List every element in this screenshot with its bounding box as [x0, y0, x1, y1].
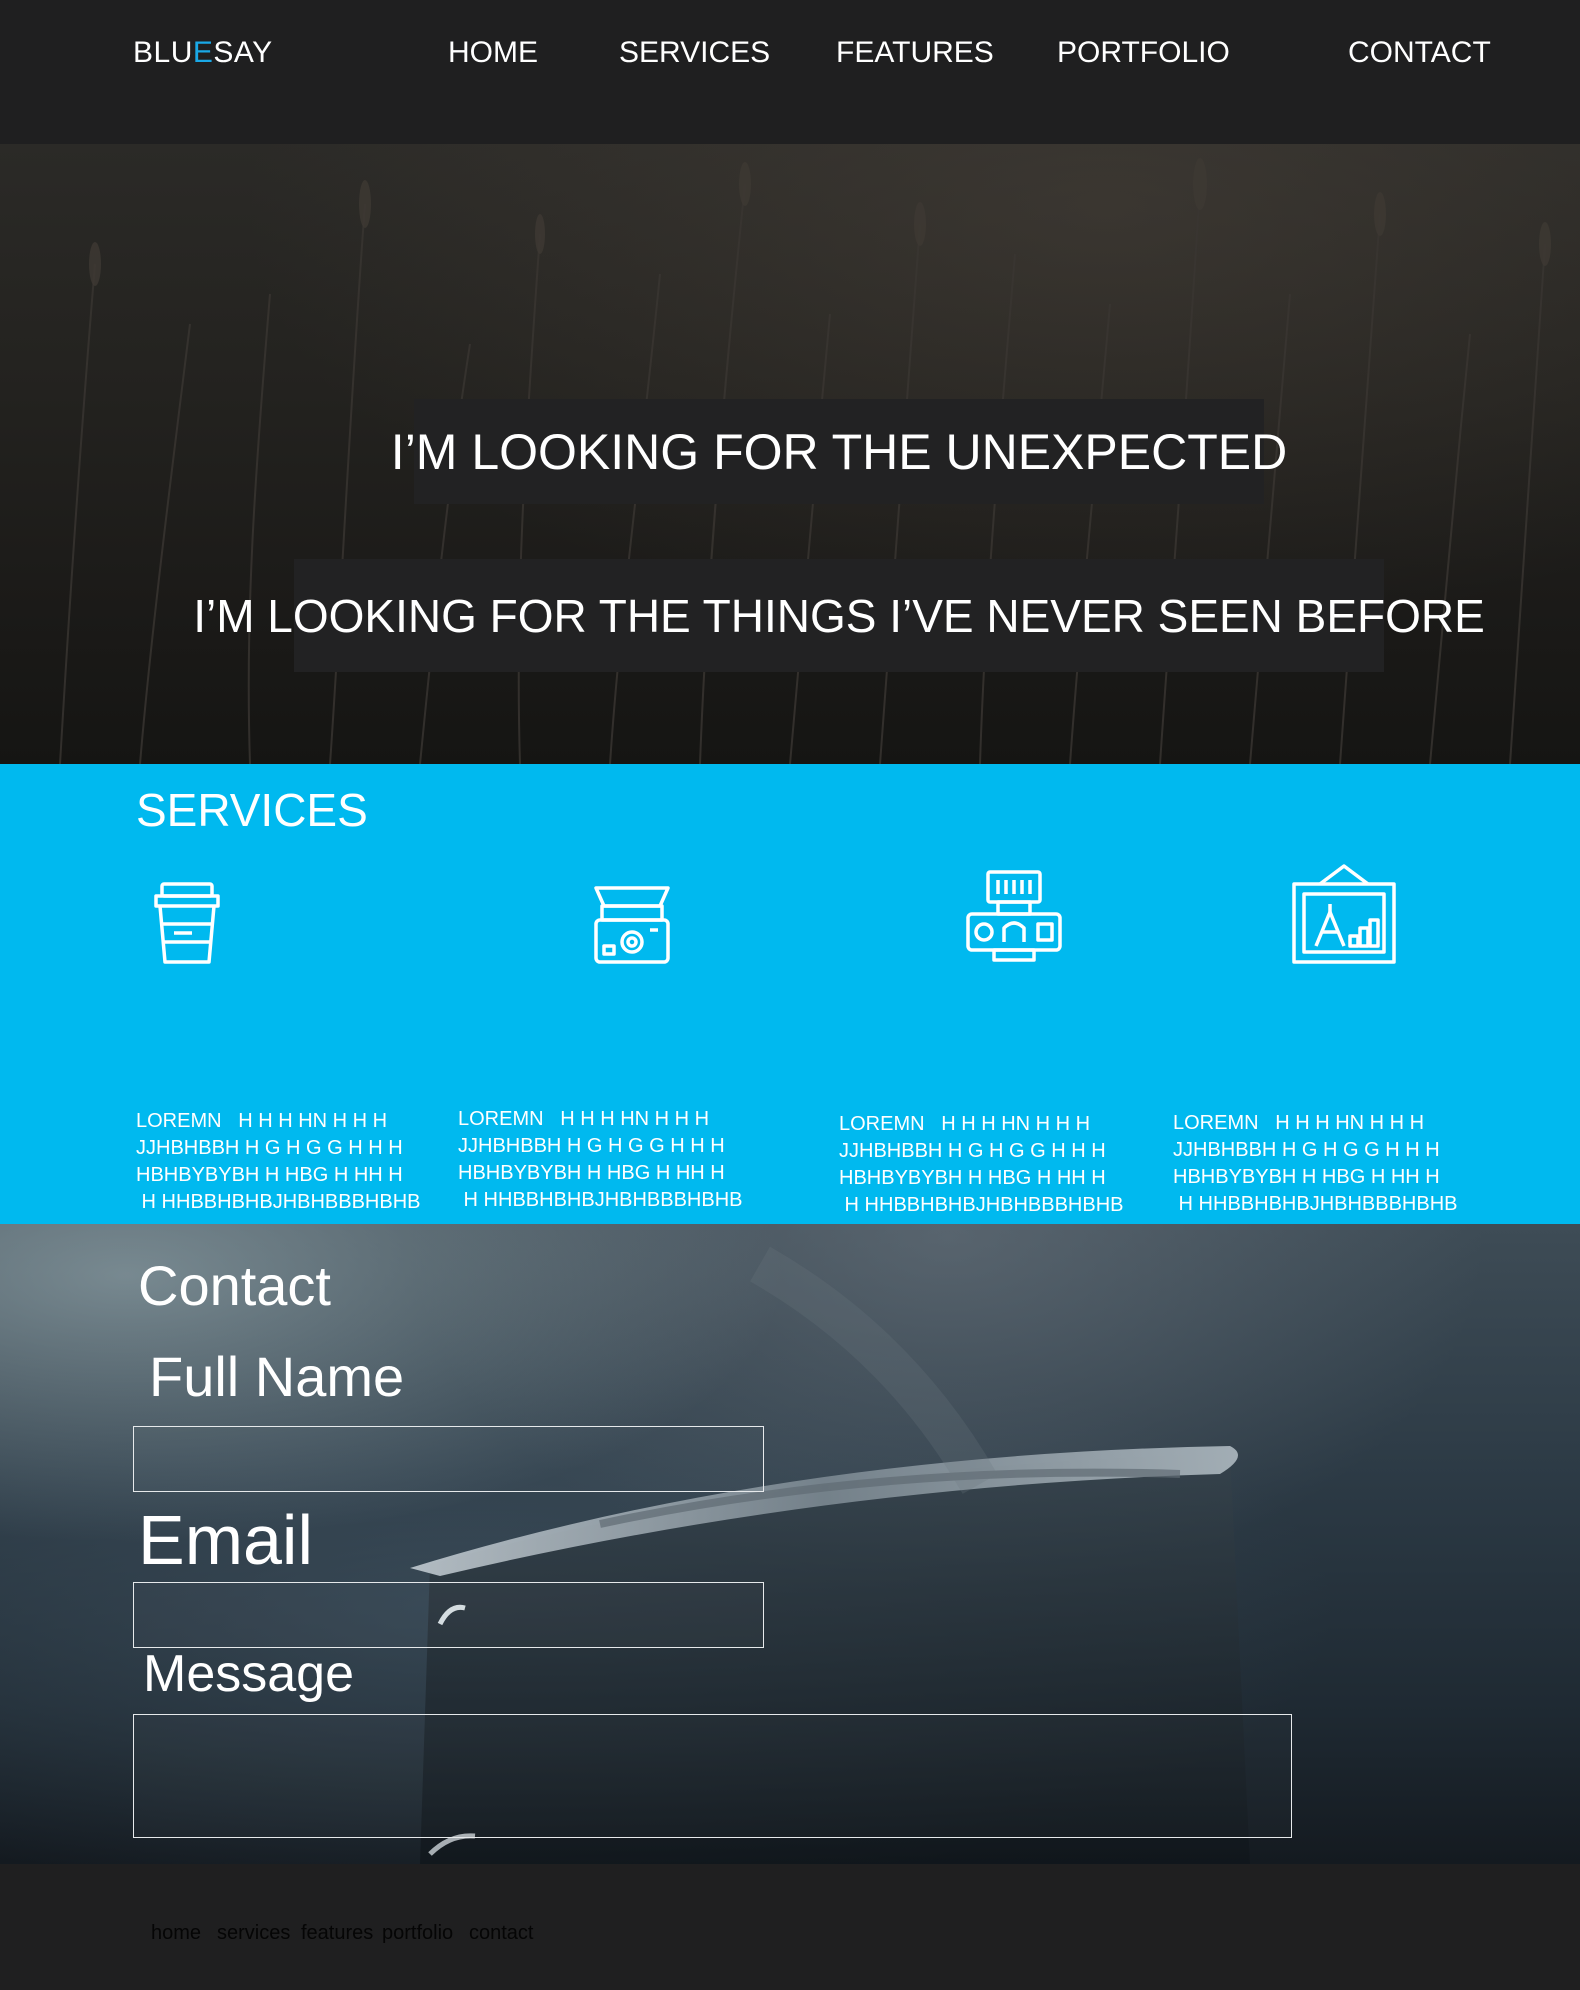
message-label: Message: [143, 1645, 354, 1703]
nav-home[interactable]: HOME: [448, 36, 538, 70]
service-description-4: LOREMN H H H HN H H H JJHBHBBH H G H G G…: [1173, 1112, 1458, 1215]
site-header: [0, 0, 1580, 144]
contact-title: Contact: [138, 1254, 331, 1317]
footer-link-home[interactable]: home: [151, 1922, 201, 1945]
logo-part-2: SAY: [213, 36, 273, 69]
logo-accent-letter: E: [192, 36, 214, 69]
footer-link-features[interactable]: features: [301, 1922, 373, 1945]
service-description-3: LOREMN H H H HN H H H JJHBHBBH H G H G G…: [839, 1113, 1124, 1216]
footer-link-services[interactable]: services: [217, 1922, 290, 1945]
nav-contact[interactable]: CONTACT: [1348, 36, 1491, 70]
nav-portfolio[interactable]: PORTFOLIO: [1057, 36, 1230, 70]
framed-picture-icon: [1292, 864, 1396, 964]
email-input[interactable]: [133, 1582, 764, 1648]
fullname-label: Full Name: [149, 1345, 405, 1408]
hero-headline-2: I’M LOOKING FOR THE THINGS I’VE NEVER SE…: [193, 559, 1485, 672]
coffee-cup-icon: [154, 882, 220, 964]
printer-icon: [594, 886, 670, 964]
service-description-2: LOREMN H H H HN H H H JJHBHBBH H G H G G…: [458, 1108, 743, 1211]
service-description-1: LOREMN H H H HN H H H JJHBHBBH H G H G G…: [136, 1110, 421, 1213]
footer-link-portfolio[interactable]: portfolio: [382, 1922, 453, 1945]
email-label: Email: [138, 1501, 314, 1579]
services-title: SERVICES: [136, 784, 368, 836]
nav-services[interactable]: SERVICES: [619, 36, 770, 70]
hero-headline-1: I’M LOOKING FOR THE UNEXPECTED: [391, 399, 1287, 504]
brand-logo[interactable]: BLUESAY: [133, 36, 273, 70]
fullname-input[interactable]: [133, 1426, 764, 1492]
camera-icon: [966, 870, 1062, 962]
message-textarea[interactable]: [133, 1714, 1292, 1838]
footer-link-contact[interactable]: contact: [469, 1922, 533, 1945]
nav-features[interactable]: FEATURES: [836, 36, 994, 70]
logo-part-1: BLU: [133, 36, 193, 69]
